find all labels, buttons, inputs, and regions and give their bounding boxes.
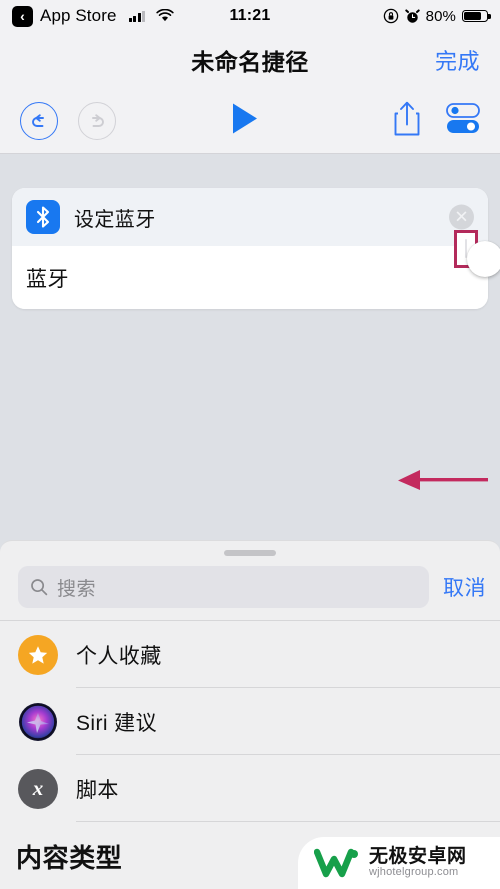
- toggle-highlight-box: [454, 229, 500, 277]
- share-button[interactable]: [392, 99, 422, 142]
- redo-icon: [78, 101, 116, 140]
- list-item-label: 个人收藏: [76, 644, 162, 668]
- search-input[interactable]: 搜索: [18, 566, 429, 608]
- list-item-favorites[interactable]: 个人收藏: [0, 621, 500, 688]
- bluetooth-icon: [26, 200, 60, 234]
- undo-button[interactable]: [20, 101, 58, 140]
- page-title: 未命名捷径: [191, 49, 309, 75]
- bluetooth-toggle[interactable]: [465, 238, 500, 277]
- list-item-label: Siri 建议: [76, 711, 157, 735]
- script-x-icon: x: [18, 768, 58, 809]
- search-row: 搜索 取消: [0, 556, 500, 620]
- done-button[interactable]: 完成: [435, 44, 480, 76]
- arrow-left-icon: [398, 470, 488, 490]
- siri-orb-icon: [18, 702, 58, 742]
- play-icon: [233, 103, 257, 133]
- action-parameter-row[interactable]: 蓝牙: [12, 229, 500, 309]
- status-bar: ‹ App Store 11:21 80%: [0, 0, 500, 32]
- close-circle-icon[interactable]: ✕: [449, 204, 474, 230]
- editor-toolbar: [0, 88, 500, 154]
- watermark-url: wjhotelgroup.com: [369, 866, 459, 879]
- list-item-scripts[interactable]: x 脚本: [0, 755, 500, 822]
- battery-icon: [462, 9, 491, 23]
- settings-button[interactable]: [444, 101, 482, 140]
- star-icon: [18, 634, 58, 675]
- toggle-knob: [467, 240, 500, 277]
- play-button[interactable]: [228, 100, 262, 141]
- watermark-name: 无极安卓网: [369, 846, 467, 868]
- toggles-settings-icon: [446, 102, 480, 133]
- divider: [76, 821, 500, 822]
- status-bar-clock: 11:21: [229, 7, 271, 24]
- redo-button[interactable]: [78, 101, 116, 140]
- search-icon: [31, 579, 48, 596]
- navigation-bar: 未命名捷径 完成: [0, 32, 500, 88]
- list-item-siri-suggestions[interactable]: Siri 建议: [0, 688, 500, 755]
- cancel-button[interactable]: 取消: [443, 572, 486, 602]
- list-item-label: 脚本: [76, 778, 119, 802]
- w-logo-icon: [314, 848, 358, 878]
- action-card-header[interactable]: 设定蓝牙 ✕: [12, 188, 488, 246]
- action-title: 设定蓝牙: [74, 208, 156, 231]
- action-card-bluetooth[interactable]: 设定蓝牙 ✕ 蓝牙: [12, 188, 500, 309]
- undo-icon: [20, 101, 58, 140]
- share-icon: [394, 101, 420, 135]
- phone-screen: ‹ App Store 11:21 80% 未命名捷径 完成 设定蓝牙 ✕ 蓝牙…: [0, 0, 500, 889]
- shortcut-canvas: 设定蓝牙 ✕ 蓝牙: [0, 155, 500, 540]
- site-watermark: 无极安卓网 wjhotelgroup.com: [298, 837, 500, 889]
- search-placeholder: 搜索: [57, 578, 97, 600]
- parameter-label: 蓝牙: [26, 267, 69, 291]
